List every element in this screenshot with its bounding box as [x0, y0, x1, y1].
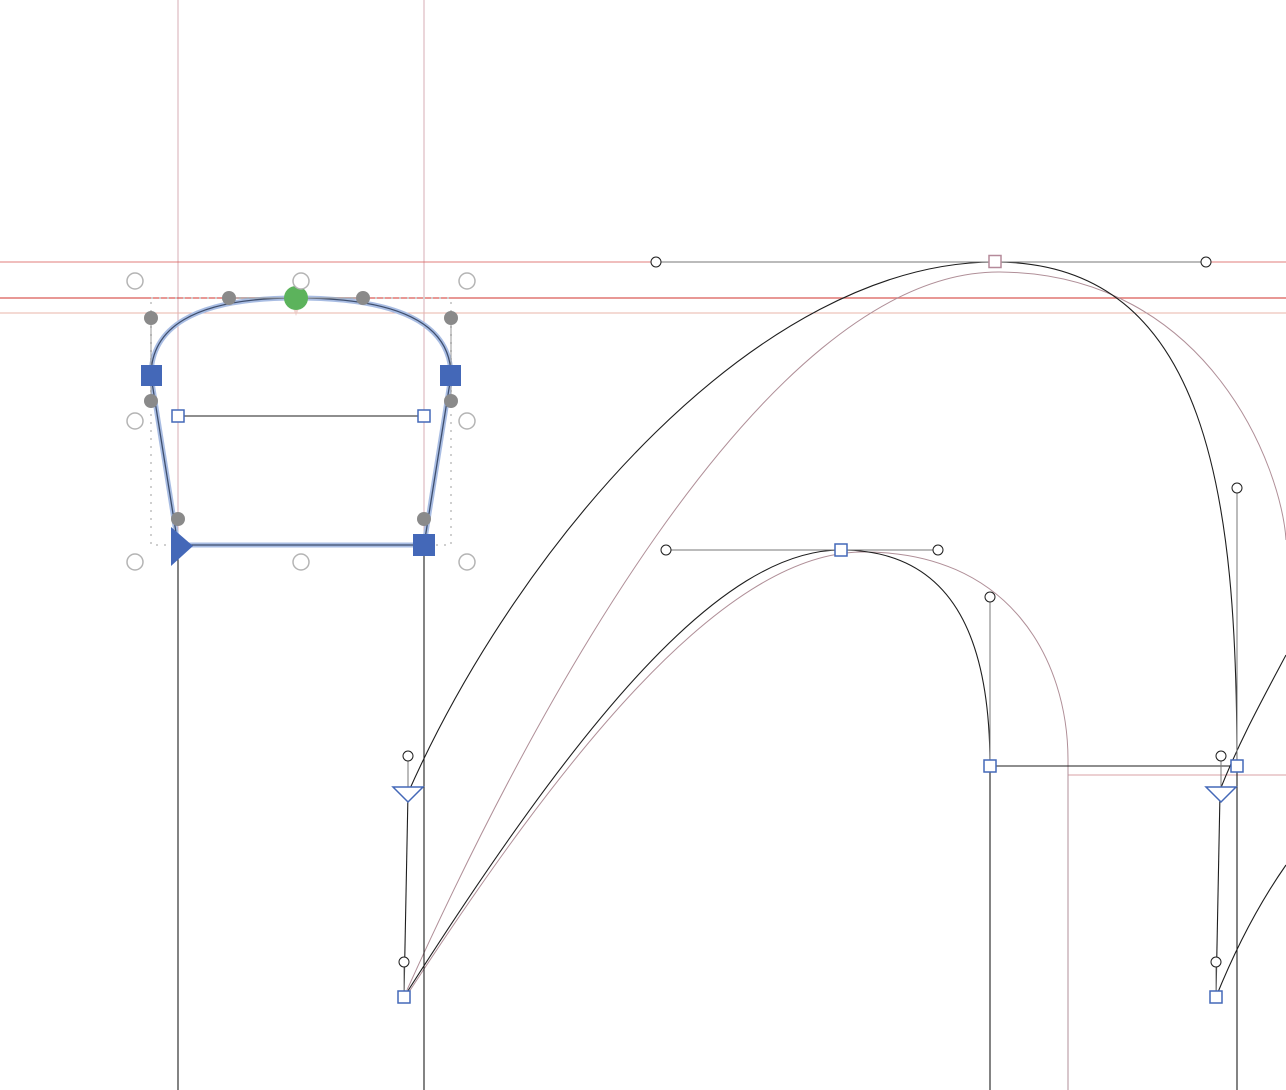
- selected-cap-outline: [150, 297, 452, 546]
- corner-node: [988, 254, 1002, 269]
- tangent-node-icon: [1204, 786, 1238, 804]
- off-curve-handle: [1200, 256, 1212, 268]
- transform-handle-bottom: [292, 553, 310, 571]
- glyph-outline[interactable]: [177, 261, 1286, 1090]
- off-curve-handle: [398, 956, 410, 968]
- transform-handle-top-left: [126, 272, 144, 290]
- transform-handle-right: [458, 412, 476, 430]
- selection-bbox: [150, 297, 452, 546]
- transform-handle-top-right: [458, 272, 476, 290]
- transform-handle-bottom-left: [126, 553, 144, 571]
- off-curve-handle: [1215, 750, 1227, 762]
- corner-node: [417, 409, 431, 423]
- off-curve-handle: [660, 544, 672, 556]
- corner-node: [171, 409, 185, 423]
- smooth-node-selected: [284, 286, 308, 310]
- background-outline: [406, 271, 1286, 1090]
- selected-off-curve-handles: [144, 291, 458, 526]
- bezier-handles[interactable]: [398, 256, 1243, 997]
- corner-node: [983, 759, 997, 773]
- horizontal-guidelines[interactable]: [0, 261, 1286, 776]
- selected-nodes: [141, 365, 461, 566]
- selected-corner-node: [413, 534, 435, 556]
- off-curve-handle: [402, 750, 414, 762]
- transform-handle-bottom-right: [458, 553, 476, 571]
- on-curve-nodes[interactable]: [171, 254, 1244, 1004]
- tangent-nodes[interactable]: [391, 786, 1238, 804]
- corner-node: [397, 990, 411, 1004]
- off-curve-handle: [932, 544, 944, 556]
- corner-node: [1230, 759, 1244, 773]
- glyph-edit-canvas[interactable]: [0, 0, 1286, 1090]
- corner-node: [1209, 990, 1223, 1004]
- start-point-icon: [171, 527, 193, 566]
- corner-node: [834, 543, 848, 557]
- selected-corner-node: [440, 365, 461, 386]
- transform-handle-top: [292, 272, 310, 290]
- off-curve-handle: [1210, 956, 1222, 968]
- tangent-node-icon: [391, 786, 425, 804]
- off-curve-handle: [984, 591, 996, 603]
- off-curve-handle: [650, 256, 662, 268]
- selected-corner-node: [141, 365, 162, 386]
- transform-handle-left: [126, 412, 144, 430]
- off-curve-handle: [1231, 482, 1243, 494]
